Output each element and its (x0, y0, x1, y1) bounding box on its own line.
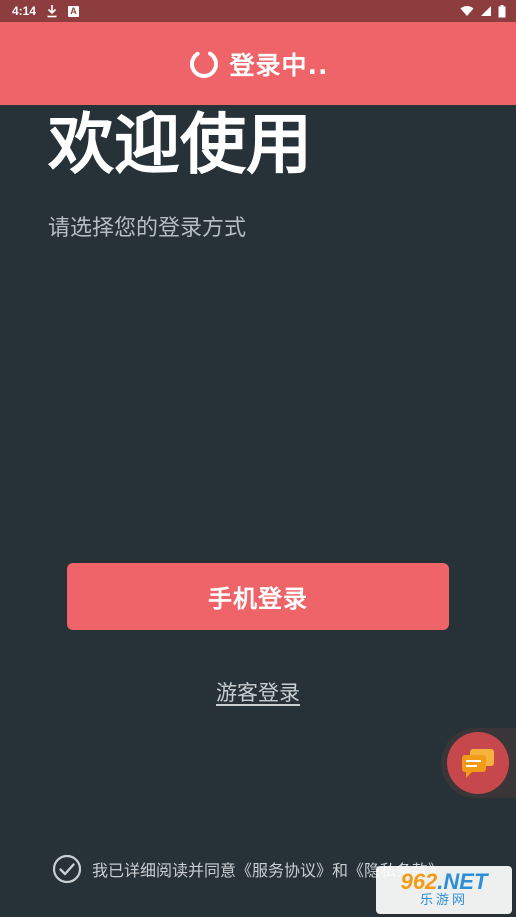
spinner-icon (189, 49, 218, 78)
watermark-suffix: .NET (437, 869, 488, 894)
watermark-logo: 962.NET 乐游网 (376, 866, 512, 914)
header-title: 登录中.. (229, 50, 329, 80)
status-left: 4:14 A (12, 4, 80, 18)
phone-login-button[interactable]: 手机登录 (67, 563, 449, 630)
status-right (460, 4, 506, 18)
login-status-header: 登录中.. (0, 22, 516, 105)
watermark-brand: 962.NET (401, 871, 488, 893)
guest-login-link[interactable]: 游客登录 (0, 675, 516, 711)
floating-button-dock (441, 728, 516, 798)
wifi-icon (460, 6, 474, 16)
status-time: 4:14 (12, 4, 37, 18)
signal-icon (481, 6, 491, 16)
login-screen: 4:14 A 登录中.. 欢迎使用 请选择您的登录方式 手机登录 游客登录 我已… (0, 0, 516, 917)
check-circle-icon[interactable] (52, 854, 82, 884)
status-bar: 4:14 A (0, 0, 516, 22)
floating-chat-button[interactable] (447, 732, 509, 794)
welcome-title: 欢迎使用 (48, 106, 312, 183)
chat-bubble-icon (462, 749, 494, 778)
a-icon: A (68, 5, 80, 17)
watermark-number: 962 (400, 869, 438, 894)
welcome-subtitle: 请选择您的登录方式 (48, 216, 247, 241)
battery-icon (498, 4, 506, 17)
download-icon (47, 5, 57, 18)
watermark-name: 乐游网 (419, 893, 468, 908)
